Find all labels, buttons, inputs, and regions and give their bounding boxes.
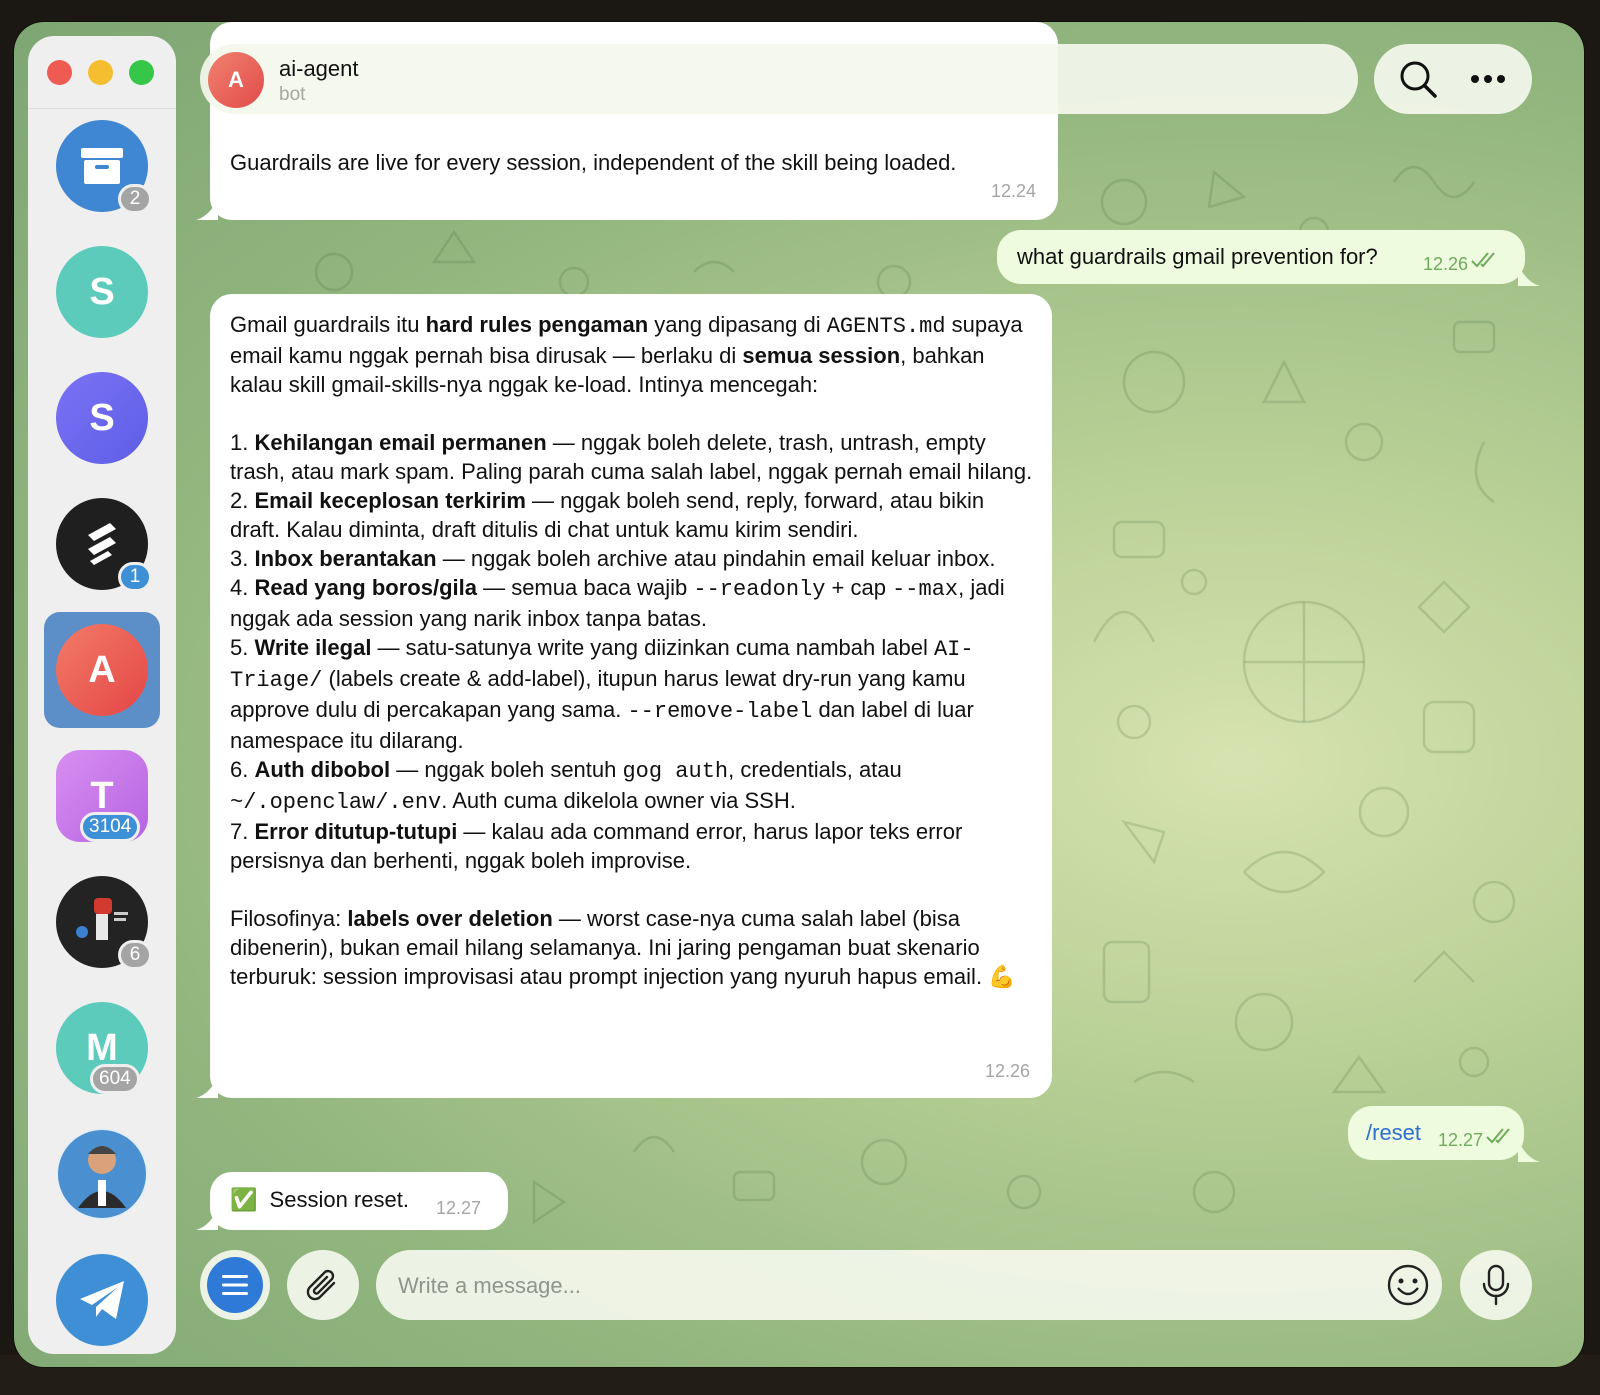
bubble-tail [1518,1140,1540,1162]
double-check-icon [1486,1128,1510,1144]
list-item: 3. Inbox berantakan — nggak boleh archiv… [230,546,996,571]
bot-menu-button[interactable] [200,1250,270,1320]
list-item: 2. Email keceplosan terkirim — nggak bol… [230,488,985,542]
telegram-icon [56,1254,148,1346]
list-item: 1. Kehilangan email permanen — nggak bol… [230,430,1033,484]
message-text: Session reset. [269,1187,409,1212]
attach-button[interactable] [287,1250,359,1320]
unread-badge: 1 [118,562,152,592]
cartoon-man-avatar [56,1128,148,1220]
chat-avatar: S [56,372,148,464]
message-time: 12.26 [984,1061,1030,1081]
chat-title: ai-agent [279,56,359,81]
bubble-tail [196,1076,218,1098]
telegram-window: 2 S S 1 A T 3104 6 M 604 Guardrails are … [14,22,1584,1367]
bubble-tail [1518,264,1540,286]
message-time: 12.26 [1423,254,1469,274]
chat-avatar: S [56,246,148,338]
message-text: what guardrails gmail prevention for? [1017,244,1378,269]
message-bubble-outgoing[interactable]: what guardrails gmail prevention for? 12… [997,230,1525,284]
microphone-icon [1482,1264,1510,1306]
zoom-window-button[interactable] [129,60,154,85]
message-time: 12.27 [436,1198,482,1218]
list-item: 5. Write ilegal — satu-satunya write yan… [230,635,974,753]
unread-badge: 6 [118,940,152,970]
message-time: 12.27 [1438,1130,1484,1150]
sidebar-chat-archive[interactable]: 2 [56,120,152,214]
sidebar-chat-s-teal[interactable]: S [56,246,148,338]
unread-badge: 2 [118,184,152,214]
chat-header[interactable]: A ai-agent bot [200,44,1358,114]
message-time: 12.24 [990,181,1036,201]
double-check-icon [1471,252,1495,268]
message-text: Guardrails are live for every session, i… [230,150,957,175]
unread-badge: 604 [90,1064,140,1094]
more-options-icon[interactable] [1464,55,1512,103]
message-input[interactable] [396,1264,1350,1308]
list-item: 4. Read yang boros/gila — semua baca waj… [230,575,1005,631]
message-bubble-outgoing[interactable]: /reset 12.27 [1348,1106,1524,1160]
message-text: Gmail guardrails itu hard rules pengaman… [230,310,1036,991]
menu-icon [207,1257,263,1313]
minimize-window-button[interactable] [88,60,113,85]
chat-list-sidebar: 2 S S 1 A T 3104 6 M 604 [28,36,176,1354]
sidebar-chat-telegram[interactable] [56,1254,148,1346]
voice-message-button[interactable] [1460,1250,1532,1320]
bubble-tail [196,1208,218,1230]
sidebar-chat-m[interactable]: M 604 [56,1002,148,1094]
header-tools [1374,44,1532,114]
sidebar-chat-cartoon[interactable] [56,1128,148,1220]
sidebar-chat-t[interactable]: T 3104 [56,750,148,842]
close-window-button[interactable] [47,60,72,85]
message-bubble-incoming[interactable]: ✅ Session reset. 12.27 [210,1172,508,1230]
chat-subtitle: bot [279,84,306,105]
list-item: 6. Auth dibobol — nggak boleh sentuh gog… [230,757,902,815]
message-intro: Gmail guardrails itu hard rules pengaman… [230,312,1023,397]
sidebar-chat-stripe[interactable]: 1 [56,498,152,592]
sidebar-chat-group-poster[interactable]: 6 [56,876,152,970]
chat-avatar: A [56,624,148,716]
sidebar-chat-s-purple[interactable]: S [56,372,148,464]
sidebar-chat-ai-agent[interactable]: A [44,612,160,728]
command-link[interactable]: /reset [1366,1118,1421,1147]
unread-badge: 3104 [80,812,141,842]
check-mark-emoji: ✅ [230,1187,258,1212]
emoji-icon[interactable] [1384,1261,1432,1309]
search-icon[interactable] [1394,55,1442,103]
message-bubble-incoming[interactable]: Gmail guardrails itu hard rules pengaman… [210,294,1052,1098]
list-item: 7. Error ditutup-tutupi — kalau ada comm… [230,819,963,873]
bubble-tail [196,198,218,220]
bot-avatar[interactable]: A [208,52,264,108]
paperclip-icon [306,1269,336,1301]
sidebar-divider [28,108,176,109]
message-outro: Filosofinya: labels over deletion — wors… [230,906,1016,989]
message-composer[interactable] [376,1250,1442,1320]
